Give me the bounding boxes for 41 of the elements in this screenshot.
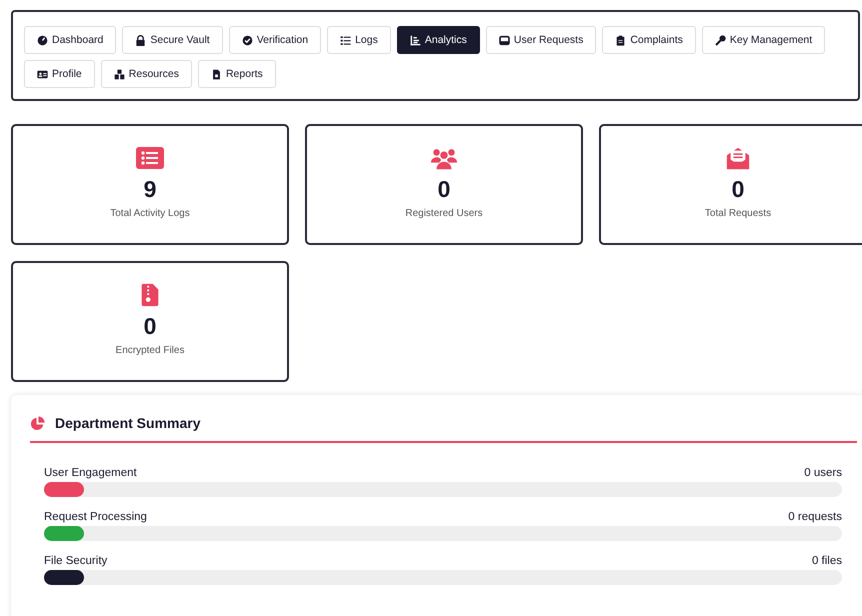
nav-tab[interactable]: Analytics xyxy=(396,26,480,54)
metric-reading: 0 files xyxy=(812,555,842,567)
stat-label: Encrypted Files xyxy=(116,345,184,356)
nav-tab[interactable]: Profile xyxy=(24,60,95,88)
clipboard-icon xyxy=(615,34,626,46)
file-icon xyxy=(210,68,222,80)
nav-tab[interactable]: Secure Vault xyxy=(122,26,223,54)
stat-value: 9 xyxy=(144,176,156,203)
nav-tab[interactable]: Logs xyxy=(327,26,391,54)
users-icon xyxy=(430,146,458,170)
boxes-icon xyxy=(114,68,125,80)
nav-tab[interactable]: Resources xyxy=(100,60,192,88)
envelope-icon xyxy=(724,146,752,170)
stat-value: 0 xyxy=(438,176,450,203)
id-card-icon xyxy=(37,68,48,80)
lock-icon xyxy=(135,34,146,46)
metric-reading: 0 requests xyxy=(788,511,842,523)
nav-tab[interactable]: User Requests xyxy=(486,26,596,54)
key-icon xyxy=(714,34,726,46)
metric-label: User Engagement xyxy=(44,467,137,479)
check-icon xyxy=(242,34,253,46)
stat-label: Total Activity Logs xyxy=(110,208,190,219)
section-title: Department Summary xyxy=(55,415,200,431)
nav-tab[interactable]: Dashboard xyxy=(24,26,116,54)
metric-label: File Security xyxy=(44,555,108,567)
metric-label: Request Processing xyxy=(44,511,147,523)
chart-icon xyxy=(410,34,421,46)
stat-value: 0 xyxy=(732,176,744,203)
gauge-icon xyxy=(37,34,48,46)
stat-value: 0 xyxy=(144,313,156,340)
metric-reading: 0 users xyxy=(804,467,842,479)
list-icon xyxy=(340,34,352,46)
nav-tab[interactable]: Verification xyxy=(228,26,322,54)
stat-label: Registered Users xyxy=(405,208,483,219)
nav-tab[interactable]: Reports xyxy=(198,60,276,88)
stat-label: Total Requests xyxy=(704,208,772,219)
list-icon xyxy=(136,146,164,170)
pie-chart-icon xyxy=(30,416,45,430)
nav-tab[interactable]: Key Management xyxy=(702,26,826,54)
nav-tab[interactable]: Complaints xyxy=(602,26,696,54)
inbox-icon xyxy=(498,34,510,46)
